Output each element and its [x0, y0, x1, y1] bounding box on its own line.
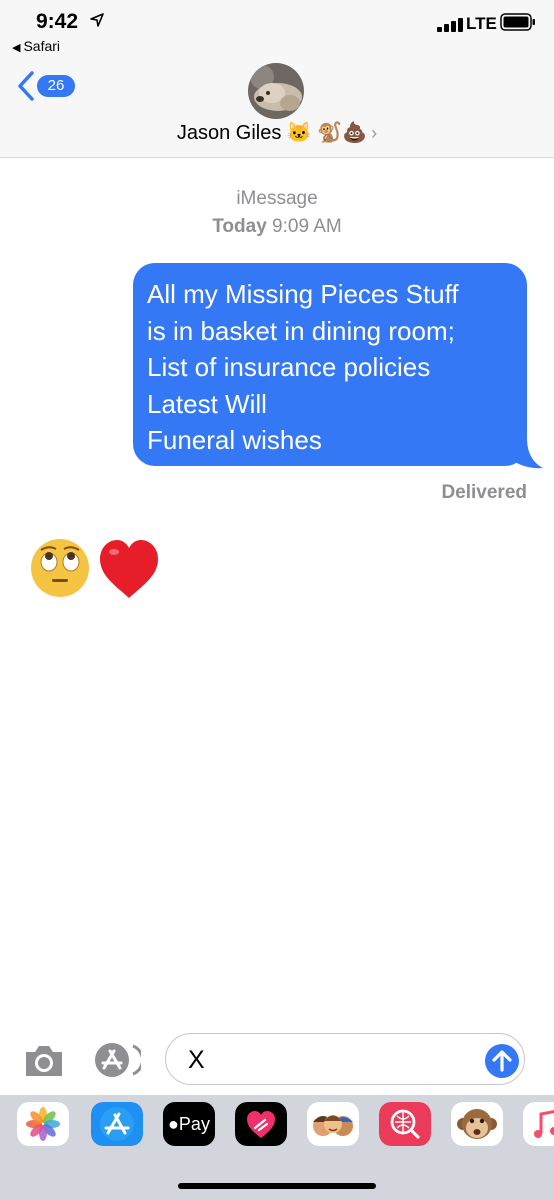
apple-pay-icon[interactable]: ●Pay: [163, 1102, 215, 1146]
cellular-signal-icon: [437, 18, 463, 32]
back-triangle-icon: ◀: [12, 42, 21, 54]
back-chevron-icon[interactable]: [16, 70, 36, 102]
photos-icon[interactable]: [17, 1102, 69, 1146]
apple-pay-label: Pay: [178, 1114, 210, 1134]
battery-icon: [500, 13, 535, 31]
contact-avatar[interactable]: [248, 63, 304, 119]
rolling-eyes-emoji-icon: [31, 539, 89, 597]
digital-touch-icon[interactable]: [235, 1102, 287, 1146]
message-timestamp: Today 9:09 AM: [0, 216, 554, 238]
delivery-status: Delivered: [441, 482, 527, 503]
back-app-label: Safari: [23, 38, 61, 54]
home-indicator[interactable]: [178, 1183, 376, 1189]
animoji-monkey-icon[interactable]: [451, 1102, 503, 1146]
send-arrow-icon[interactable]: [484, 1043, 520, 1079]
app-store-button-icon[interactable]: [93, 1041, 141, 1079]
music-icon[interactable]: [523, 1102, 554, 1146]
apple-logo-icon: ●: [168, 1114, 179, 1134]
dog-photo-icon: [248, 63, 304, 119]
app-store-icon[interactable]: [91, 1102, 143, 1146]
message-input-field[interactable]: [165, 1033, 525, 1085]
back-to-app[interactable]: ◀ Safari: [12, 38, 60, 54]
outgoing-message-text: All my Missing Pieces Stuff is in basket…: [147, 279, 459, 455]
timestamp-time: 9:09 AM: [272, 216, 342, 237]
status-bar: 9:42 ◀ Safari LTE: [0, 0, 554, 60]
contact-name[interactable]: Jason Giles 🐱 🐒💩 ›: [0, 120, 554, 145]
red-heart-icon: [100, 540, 158, 598]
camera-icon[interactable]: [22, 1042, 66, 1080]
status-time: 9:42: [36, 10, 79, 33]
incoming-emoji-message[interactable]: [30, 532, 170, 602]
contact-name-label: Jason Giles 🐱 🐒💩: [176, 122, 368, 144]
service-label: iMessage: [236, 188, 318, 209]
network-type: LTE: [466, 14, 497, 33]
timestamp-day: Today: [212, 216, 267, 237]
memoji-icon[interactable]: [307, 1102, 359, 1146]
web-images-icon[interactable]: [379, 1102, 431, 1146]
chevron-right-icon: ›: [371, 123, 378, 143]
location-arrow-icon: [90, 13, 104, 27]
unread-count-badge[interactable]: 26: [37, 75, 75, 97]
message-input-value[interactable]: X: [188, 1046, 205, 1075]
